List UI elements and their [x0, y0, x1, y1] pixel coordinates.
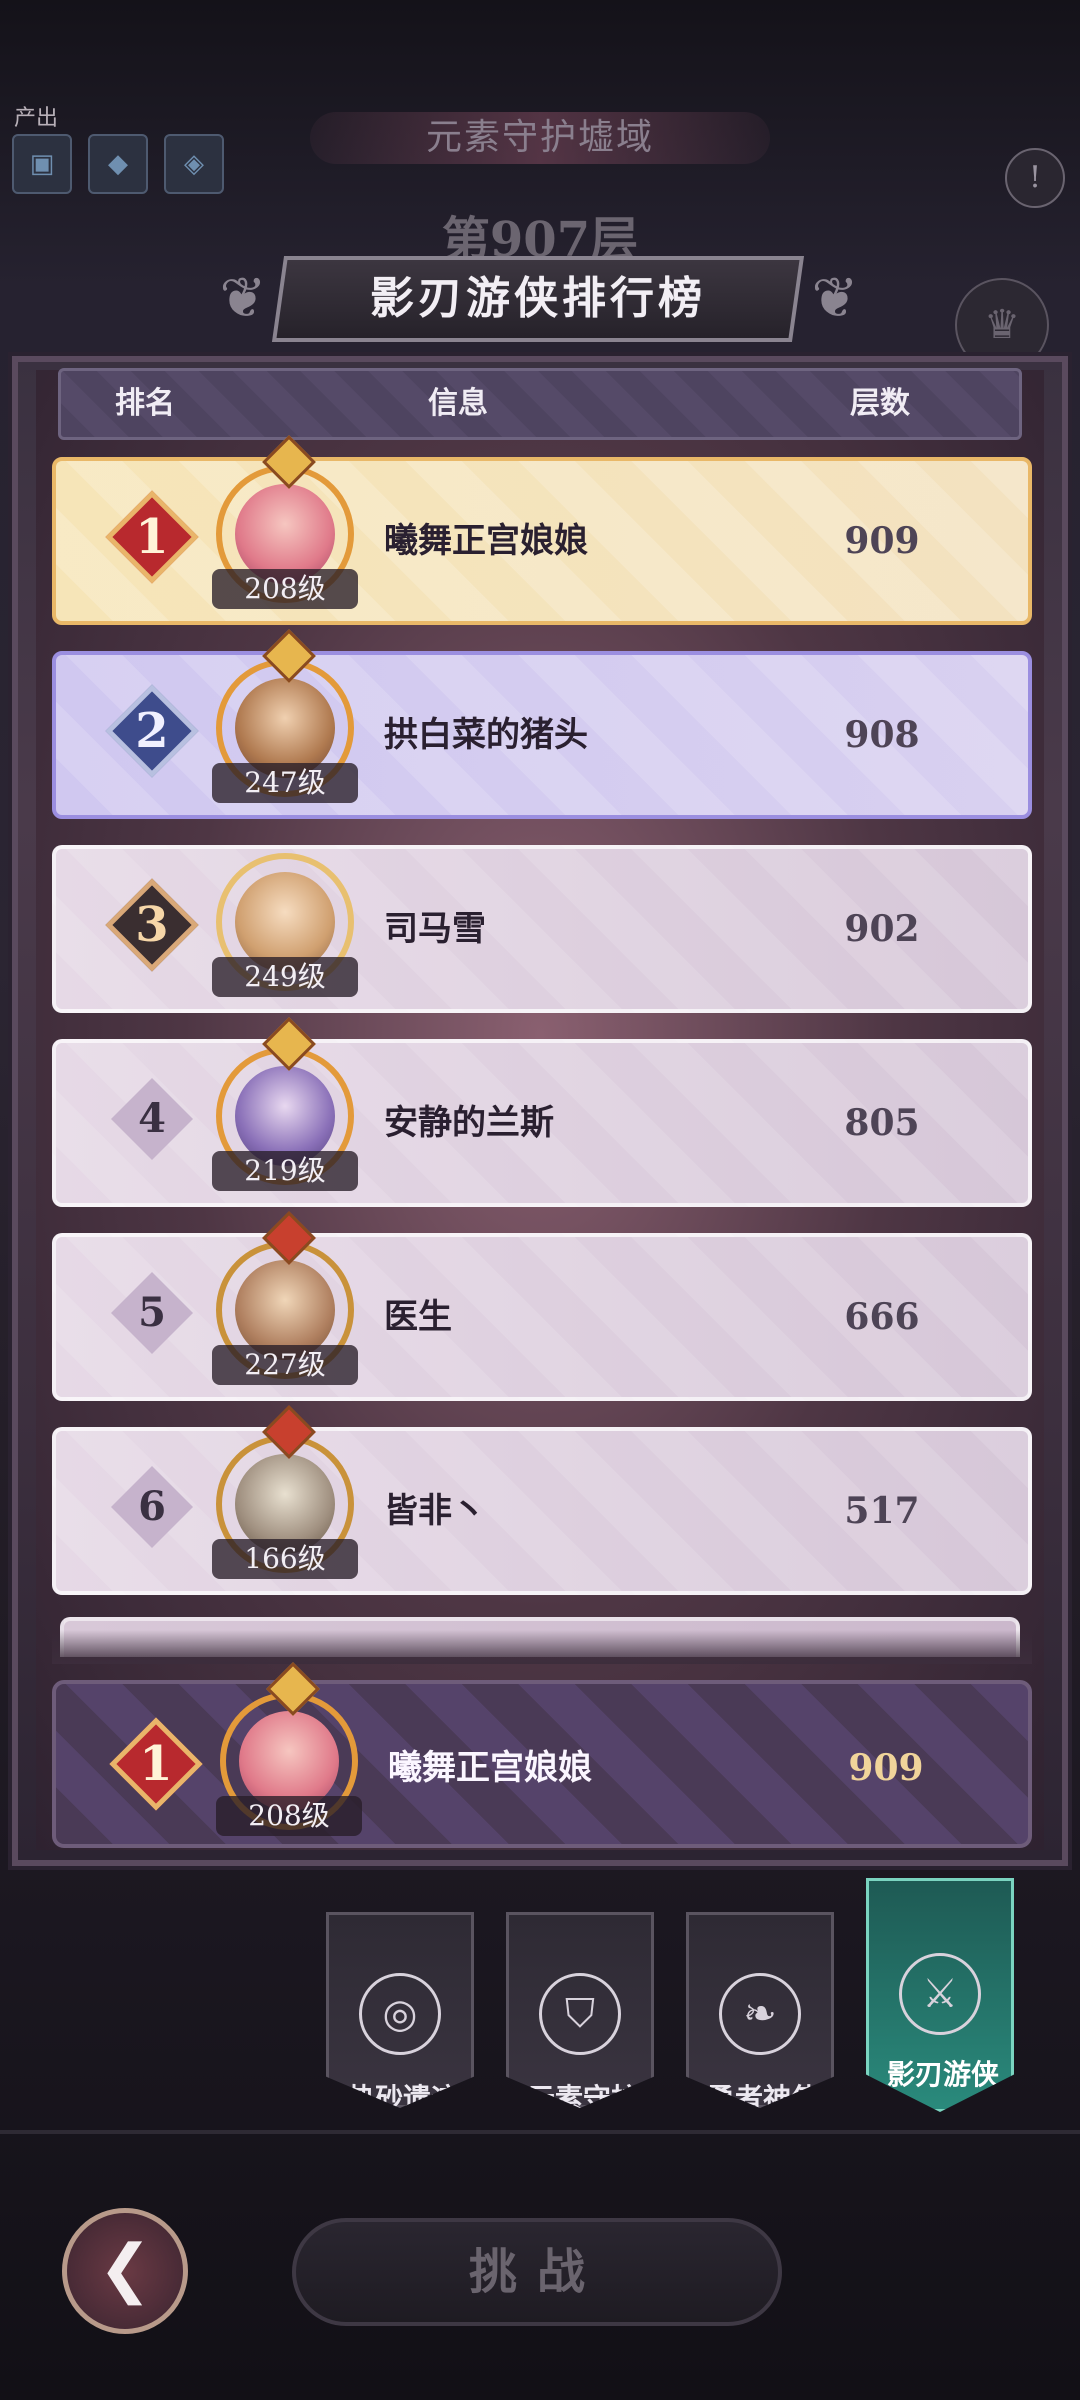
player-floor: 909	[844, 520, 920, 562]
ranking-row-6[interactable]: 6 166级 皆非丶 517	[52, 1405, 1032, 1595]
player-name: 医生	[384, 1297, 452, 1337]
list-fade	[52, 1630, 1032, 1664]
player-floor: 909	[848, 1747, 924, 1789]
tab-label: 勇者神使	[706, 2082, 819, 2115]
ornament-left-icon: ❦	[219, 266, 267, 331]
player-level: 249级	[212, 957, 358, 997]
output-icons: ▣ ◆ ◈	[12, 134, 224, 194]
rank-number: 4	[138, 1095, 166, 1142]
player-floor: 517	[844, 1490, 920, 1532]
output-label: 产出	[14, 106, 59, 131]
leaf-icon: ❧	[719, 1973, 801, 2055]
player-name: 曦舞正宫娘娘	[384, 521, 588, 561]
gem-icon[interactable]: ◈	[164, 134, 224, 194]
tab-shadow-blade-ranger[interactable]: ⚔ 影刃游侠	[866, 1878, 1014, 2112]
swirl-icon: ◎	[359, 1973, 441, 2055]
tab-label: 热砂遗迹	[346, 2082, 459, 2115]
back-arrow-icon: ❮	[98, 2232, 152, 2306]
bottom-divider	[0, 2130, 1080, 2134]
tab-hot-sand-ruins[interactable]: ◎ 热砂遗迹	[326, 1912, 474, 2108]
rank-badge-plain: 4	[102, 1069, 202, 1169]
rank-number: 3	[135, 897, 169, 953]
tab-label: 影刃游侠	[886, 2058, 999, 2091]
ranking-row-4[interactable]: 4 219级 安静的兰斯 805	[52, 1017, 1032, 1207]
info-icon[interactable]: !	[1005, 148, 1065, 208]
tab-element-guard[interactable]: ⛉ 元素守护	[506, 1912, 654, 2108]
header-floor: 层数	[850, 386, 910, 421]
region-title: 元素守护墟域	[310, 112, 770, 164]
ranking-row-1[interactable]: 1 208级 曦舞正宫娘娘 909	[52, 435, 1032, 625]
leaderboard-title: 影刃游侠排行榜	[370, 273, 706, 324]
player-floor: 666	[844, 1296, 920, 1338]
tab-hero-envoy[interactable]: ❧ 勇者神使	[686, 1912, 834, 2108]
crossed-blades-icon: ⚔	[899, 1953, 981, 2035]
player-name: 曦舞正宫娘娘	[388, 1748, 592, 1788]
player-level: 166级	[212, 1539, 358, 1579]
ranking-row-3[interactable]: 3 249级 司马雪 902	[52, 845, 1032, 1013]
player-level: 227级	[212, 1345, 358, 1385]
back-button[interactable]: ❮	[62, 2208, 188, 2334]
rank-number: 2	[135, 703, 169, 759]
mode-tabs: ◎ 热砂遗迹 ⛉ 元素守护 ❧ 勇者神使 ⚔ 影刃游侠	[326, 1878, 1016, 2124]
player-level: 208级	[212, 569, 358, 609]
ranking-row-5[interactable]: 5 227级 医生 666	[52, 1211, 1032, 1401]
rank-badge-plain: 5	[102, 1263, 202, 1363]
player-floor: 908	[844, 714, 920, 756]
header-rank: 排名	[115, 386, 175, 421]
ranking-row-2[interactable]: 2 247级 拱白菜的猪头 908	[52, 629, 1032, 819]
player-floor: 805	[844, 1102, 920, 1144]
rank-badge-gold: 1	[106, 1714, 206, 1814]
rank-number: 1	[135, 509, 169, 565]
player-name: 安静的兰斯	[384, 1103, 554, 1143]
rank-number: 6	[138, 1483, 166, 1530]
player-floor: 902	[844, 908, 920, 950]
rank-badge-blue: 2	[102, 681, 202, 781]
header-info: 信息	[428, 386, 488, 421]
player-name: 司马雪	[384, 909, 486, 949]
ornament-right-icon: ❦	[811, 266, 859, 331]
tab-label: 元素守护	[526, 2082, 639, 2115]
player-name: 拱白菜的猪头	[384, 715, 588, 755]
rank-badge-plain: 6	[102, 1457, 202, 1557]
my-ranking-row[interactable]: 1 208级 曦舞正宫娘娘 909	[52, 1662, 1032, 1848]
rank-badge-bronze: 3	[102, 875, 202, 975]
crystal-icon[interactable]: ◆	[88, 134, 148, 194]
rank-number: 5	[138, 1289, 166, 1336]
shield-icon: ⛉	[539, 1973, 621, 2055]
chest-icon[interactable]: ▣	[12, 134, 72, 194]
player-level: 219级	[212, 1151, 358, 1191]
player-level: 208级	[216, 1796, 362, 1836]
player-name: 皆非丶	[384, 1491, 486, 1531]
player-level: 247级	[212, 763, 358, 803]
challenge-button[interactable]: 挑战	[292, 2218, 782, 2326]
rank-badge-gold: 1	[102, 487, 202, 587]
rank-number: 1	[139, 1736, 173, 1792]
